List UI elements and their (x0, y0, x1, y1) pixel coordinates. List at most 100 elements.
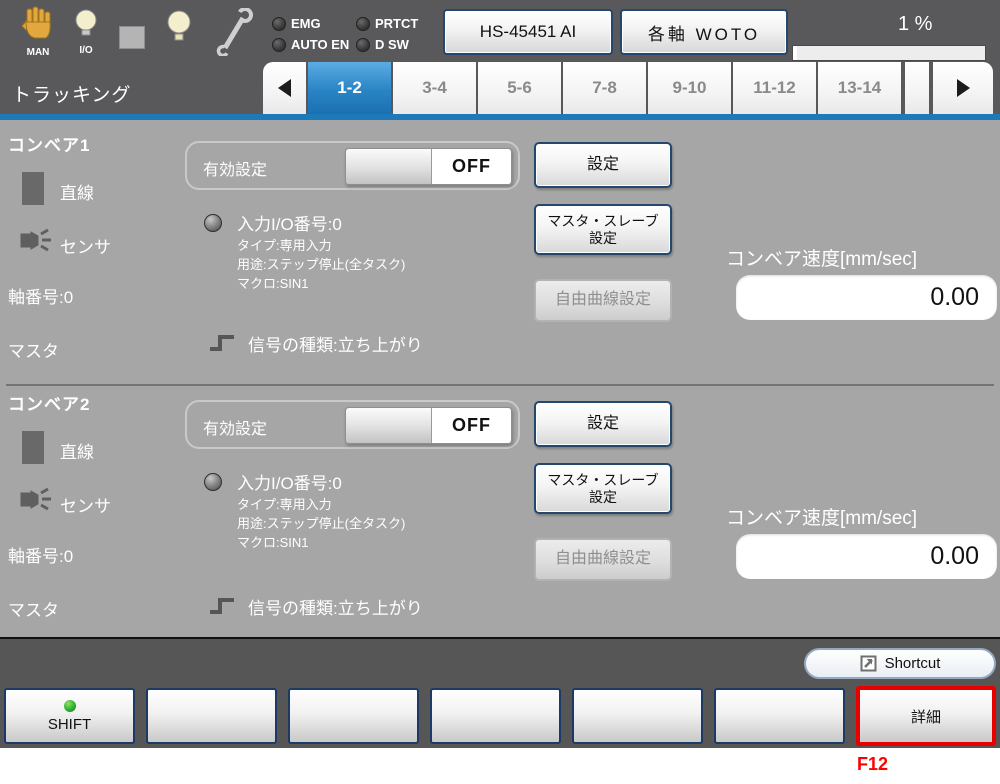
shift-led-icon (64, 700, 76, 712)
conveyor-speed-value: 0.00 (930, 542, 979, 571)
conveyor-speed-field[interactable]: 0.00 (736, 534, 997, 579)
io-macro: マクロ:SIN1 (237, 532, 309, 551)
fkey-detail[interactable]: 詳細 (856, 686, 996, 746)
robot-type-label: HS-45451 AI (480, 22, 576, 42)
shortcut-icon (860, 655, 877, 672)
emg-led-icon (272, 17, 286, 31)
signal-type-row[interactable]: 信号の種類:立ち上がり (208, 593, 438, 619)
function-key-bar: Shortcut SHIFT 詳細 (0, 637, 1000, 748)
toggle-knob (346, 149, 432, 184)
io-usage: 用途:ステップ停止(全タスク) (237, 513, 405, 532)
enable-setting-group: 有効設定 OFF (185, 141, 520, 190)
axis-number-label: 軸番号:0 (8, 542, 73, 567)
conveyor-speed-field[interactable]: 0.00 (736, 275, 997, 320)
autoen-label: AUTO EN (291, 37, 349, 52)
master-slave-settings-button[interactable]: マスタ・スレーブ 設定 (534, 204, 672, 255)
io-label: I/O (79, 45, 92, 56)
io-type: タイプ:専用入力 (237, 235, 332, 254)
input-io-radio[interactable] (204, 473, 222, 491)
tab-1-2[interactable]: 1-2 (308, 62, 393, 114)
tab-9-10[interactable]: 9-10 (648, 62, 733, 114)
emg-indicator: EMG (272, 16, 321, 31)
enable-setting-label: 有効設定 (203, 415, 267, 439)
fkey-shift[interactable]: SHIFT (4, 688, 135, 744)
master-slave-settings-button[interactable]: マスタ・スレーブ 設定 (534, 463, 672, 514)
signal-type-label: 信号の種類:立ち上がり (248, 331, 423, 356)
sensor-label: センサ (60, 492, 111, 517)
axis-number-label: 軸番号:0 (8, 283, 73, 308)
prtct-label: PRTCT (375, 16, 418, 31)
fkey-3[interactable] (288, 688, 419, 744)
tab-partial (905, 62, 931, 114)
settings-button[interactable]: 設定 (534, 142, 672, 188)
io-usage: 用途:ステップ停止(全タスク) (237, 254, 405, 273)
fkey-label: SHIFT (48, 716, 91, 733)
enable-toggle[interactable]: OFF (345, 148, 512, 185)
master-label: マスタ (8, 596, 59, 621)
teach-pendant-screen: MAN I/O (0, 0, 1000, 784)
dsw-indicator: D SW (356, 37, 409, 52)
enable-setting-label: 有効設定 (203, 156, 267, 180)
prtct-led-icon (356, 17, 370, 31)
fkey-6[interactable] (714, 688, 845, 744)
master-slave-line2: 設定 (589, 489, 617, 505)
joint-mode-button[interactable]: 各軸 WOTO (620, 9, 788, 55)
free-curve-label: 自由曲線設定 (555, 291, 651, 309)
tabs-scroll-left-button[interactable] (263, 62, 308, 114)
tab-3-4[interactable]: 3-4 (393, 62, 478, 114)
fkey-5[interactable] (572, 688, 703, 744)
settings-button[interactable]: 設定 (534, 401, 672, 447)
free-curve-settings-button[interactable]: 自由曲線設定 (534, 538, 672, 581)
io-type: タイプ:専用入力 (237, 494, 332, 513)
toggle-state-label: OFF (432, 149, 511, 184)
fkey-2[interactable] (146, 688, 277, 744)
straight-line-icon (22, 172, 44, 205)
man-label: MAN (27, 47, 50, 58)
signal-type-row[interactable]: 信号の種類:立ち上がり (208, 330, 438, 356)
conveyor-speed-value: 0.00 (930, 283, 979, 312)
conveyor-speed-label: コンベア速度[mm/sec] (726, 244, 917, 271)
stop-square-icon (119, 26, 145, 49)
master-slave-line1: マスタ・スレーブ (547, 213, 658, 229)
robot-type-button[interactable]: HS-45451 AI (443, 9, 613, 55)
tab-7-8[interactable]: 7-8 (563, 62, 648, 114)
shortcut-button[interactable]: Shortcut (804, 648, 996, 679)
tab-label: 7-8 (592, 78, 617, 98)
fkey-label: 詳細 (911, 706, 941, 727)
io-macro: マクロ:SIN1 (237, 273, 309, 292)
prtct-indicator: PRTCT (356, 16, 418, 31)
conveyor-title: コンベア2 (8, 390, 90, 415)
sensor-icon (18, 485, 54, 520)
dsw-led-icon (356, 38, 370, 52)
conveyor-title: コンベア1 (8, 131, 90, 156)
enable-toggle[interactable]: OFF (345, 407, 512, 444)
autoen-led-icon (272, 38, 286, 52)
tab-11-12[interactable]: 11-12 (733, 62, 818, 114)
sensor-label: センサ (60, 233, 111, 258)
f12-caption: F12 (857, 754, 888, 775)
free-curve-settings-button[interactable]: 自由曲線設定 (534, 279, 672, 322)
signal-type-label: 信号の種類:立ち上がり (248, 594, 423, 619)
conveyor-2-panel: コンベア2 直線 センサ 軸番号:0 マスタ 有効設定 (0, 381, 1000, 640)
input-io-number: 入力I/O番号:0 (237, 210, 342, 235)
toggle-state-label: OFF (432, 408, 511, 443)
conveyor-1-panel: コンベア1 直線 センサ 軸番号:0 マスタ 有効設定 (0, 122, 1000, 381)
tab-13-14[interactable]: 13-14 (818, 62, 903, 114)
input-io-radio[interactable] (204, 214, 222, 232)
fkey-4[interactable] (430, 688, 561, 744)
line-type-label: 直線 (60, 438, 94, 463)
chevron-right-icon (957, 79, 970, 97)
tabs-scroll-right-button[interactable] (933, 62, 993, 114)
speed-progress-bar (792, 45, 986, 61)
rising-edge-icon (208, 333, 236, 353)
speed-percent-text: 1 % (898, 13, 932, 36)
chevron-left-icon (278, 79, 291, 97)
toggle-knob (346, 408, 432, 443)
master-slave-line1: マスタ・スレーブ (547, 472, 658, 488)
wrench-icon (214, 8, 256, 61)
tab-label: 11-12 (753, 78, 796, 98)
title-bar: MAN I/O (0, 0, 1000, 62)
shortcut-label: Shortcut (885, 655, 941, 672)
tab-label: 1-2 (337, 78, 362, 98)
tab-5-6[interactable]: 5-6 (478, 62, 563, 114)
